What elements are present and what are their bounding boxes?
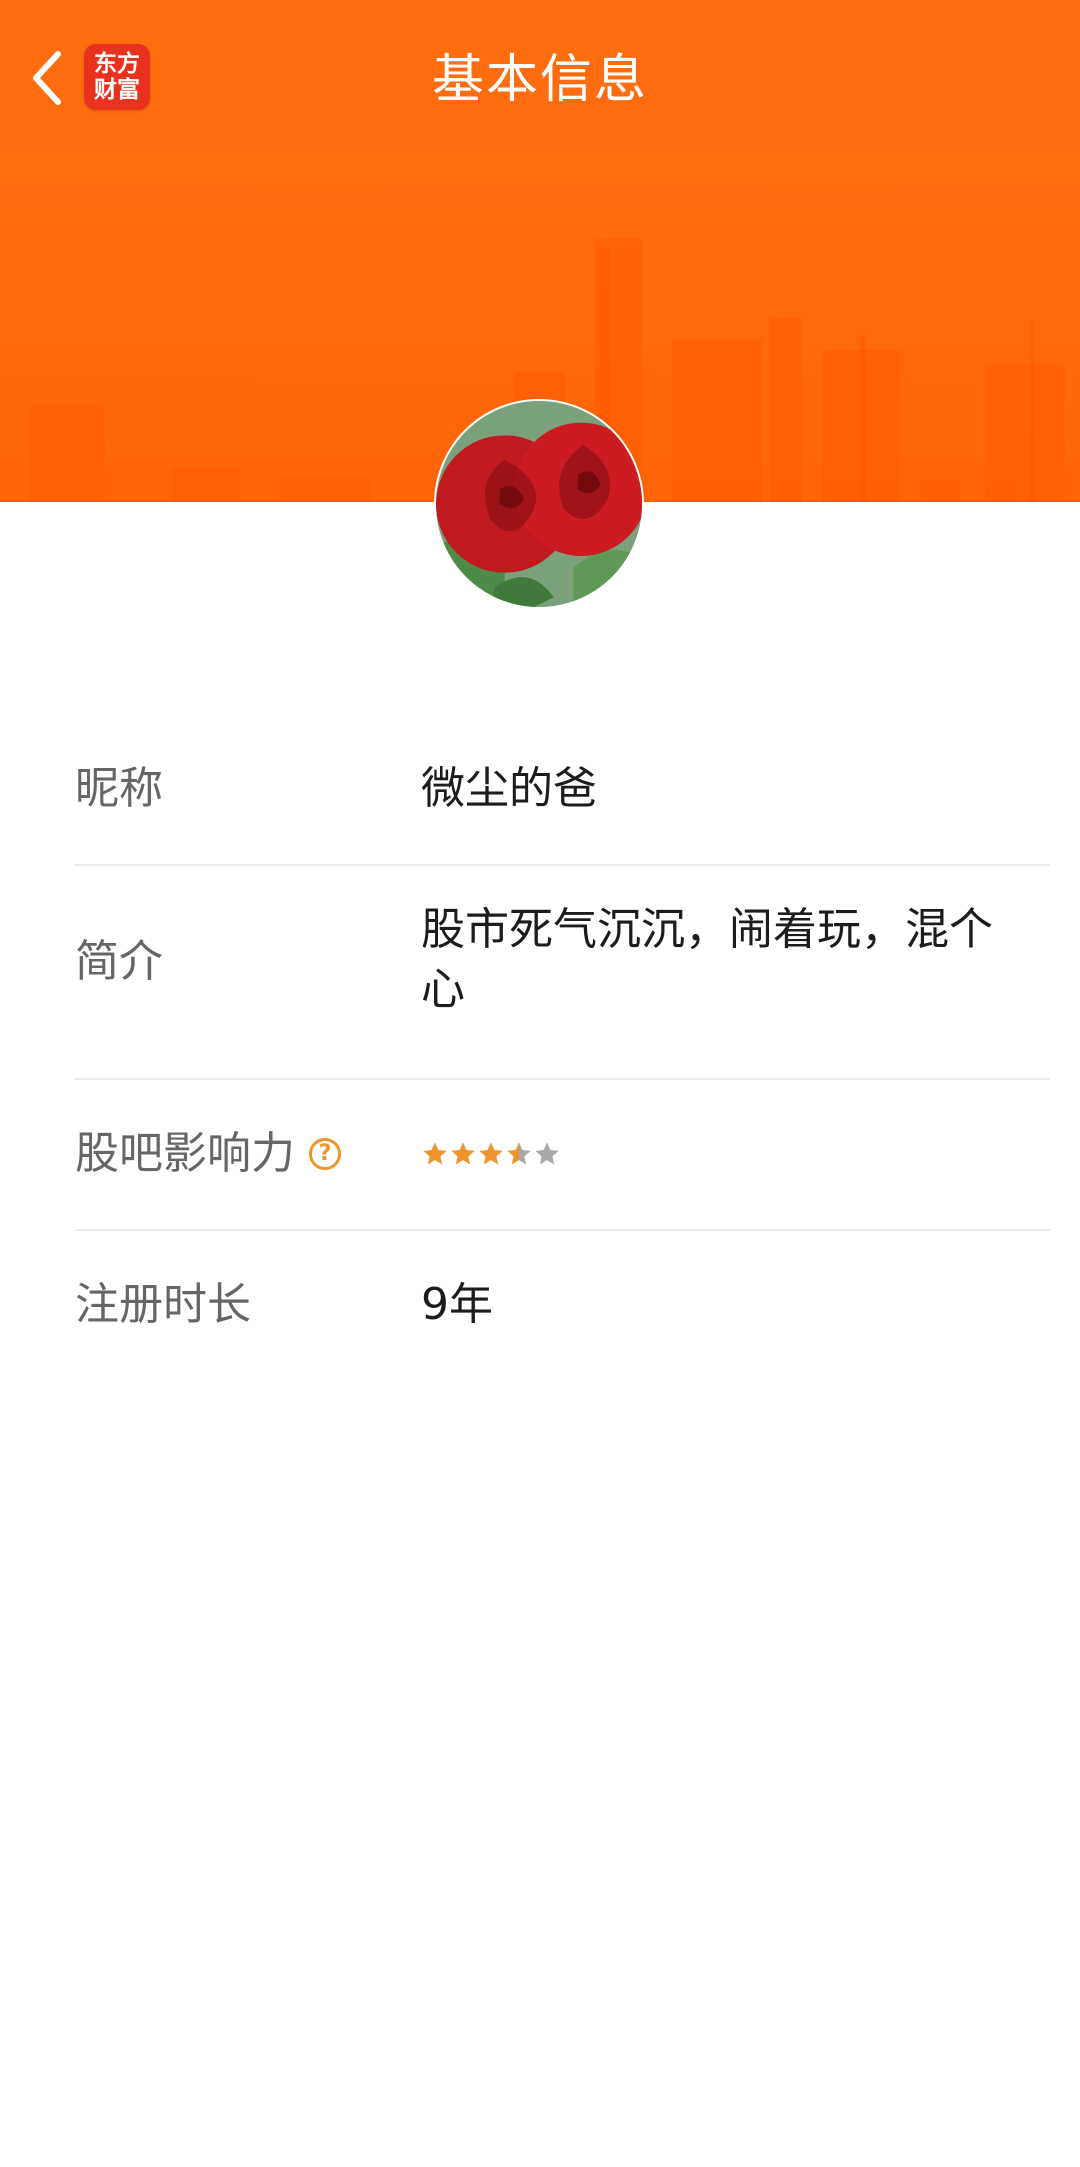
influence-rating — [421, 1124, 1010, 1184]
registration-row: 注册时长 9年 — [75, 1231, 1050, 1381]
star-icon — [423, 1142, 447, 1165]
star-half-icon — [507, 1142, 531, 1165]
star-icon — [451, 1142, 475, 1165]
bio-label: 简介 — [75, 936, 163, 987]
star-icon — [479, 1142, 503, 1165]
influence-label: 股吧影响力 ? — [75, 1124, 341, 1184]
registration-label: 注册时长 — [75, 1279, 251, 1330]
registration-value: 9年 — [421, 1279, 493, 1330]
rose-avatar-image — [436, 401, 642, 607]
page-title: 基本信息 — [431, 50, 648, 110]
star-icon — [535, 1142, 559, 1165]
bio-value: 股市死气沉沉，闹着玩，混个心 — [421, 904, 993, 1015]
avatar[interactable] — [434, 399, 644, 609]
nickname-row: 昵称 微尘的爸 — [75, 712, 1050, 866]
nickname-value: 微尘的爸 — [421, 763, 597, 814]
question-circle-icon[interactable]: ? — [309, 1138, 341, 1170]
nickname-label: 昵称 — [75, 763, 163, 814]
bio-row: 简介 股市死气沉沉，闹着玩，混个心 — [75, 866, 1050, 1080]
influence-label-text: 股吧影响力 — [75, 1128, 295, 1179]
influence-row: 股吧影响力 ? — [75, 1080, 1050, 1231]
profile-info-list: 昵称 微尘的爸 简介 股市死气沉沉，闹着玩，混个心 股吧影响力 ? 注册时长 9… — [75, 712, 1050, 1381]
